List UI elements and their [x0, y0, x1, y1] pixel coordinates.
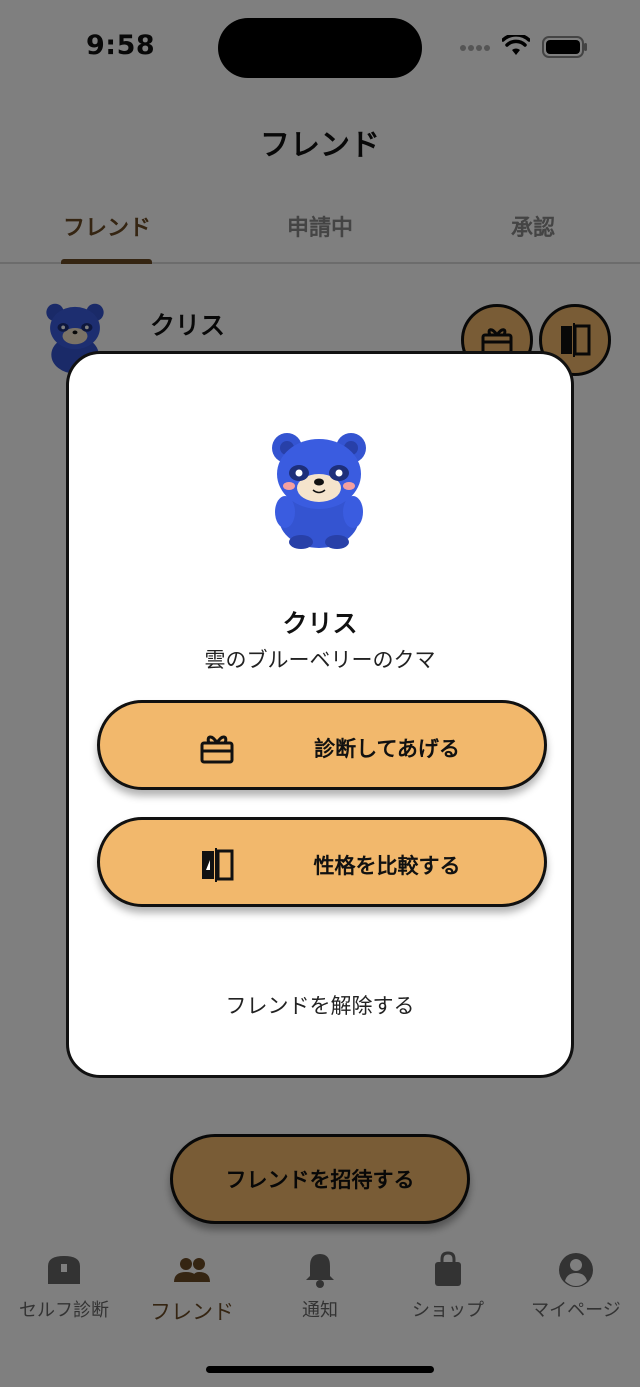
diagnose-button[interactable]: 診断してあげる — [97, 700, 547, 790]
compare-button-label: 性格を比較する — [313, 854, 461, 878]
friend-detail-modal: クリス 雲のブルーベリーのクマ 診断してあげる 性格を比較する フレンドを解除す… — [66, 351, 574, 1078]
compare-icon — [202, 848, 234, 882]
modal-friend-type: 雲のブルーベリーのクマ — [204, 648, 436, 672]
gift-box-icon — [200, 735, 234, 764]
compare-button[interactable]: 性格を比較する — [97, 817, 547, 907]
unfriend-link[interactable]: フレンドを解除する — [69, 990, 571, 1020]
modal-friend-name: クリス — [282, 609, 358, 638]
bear-avatar — [272, 433, 366, 549]
diagnose-button-label: 診断してあげる — [314, 737, 460, 761]
home-indicator — [206, 1366, 434, 1373]
